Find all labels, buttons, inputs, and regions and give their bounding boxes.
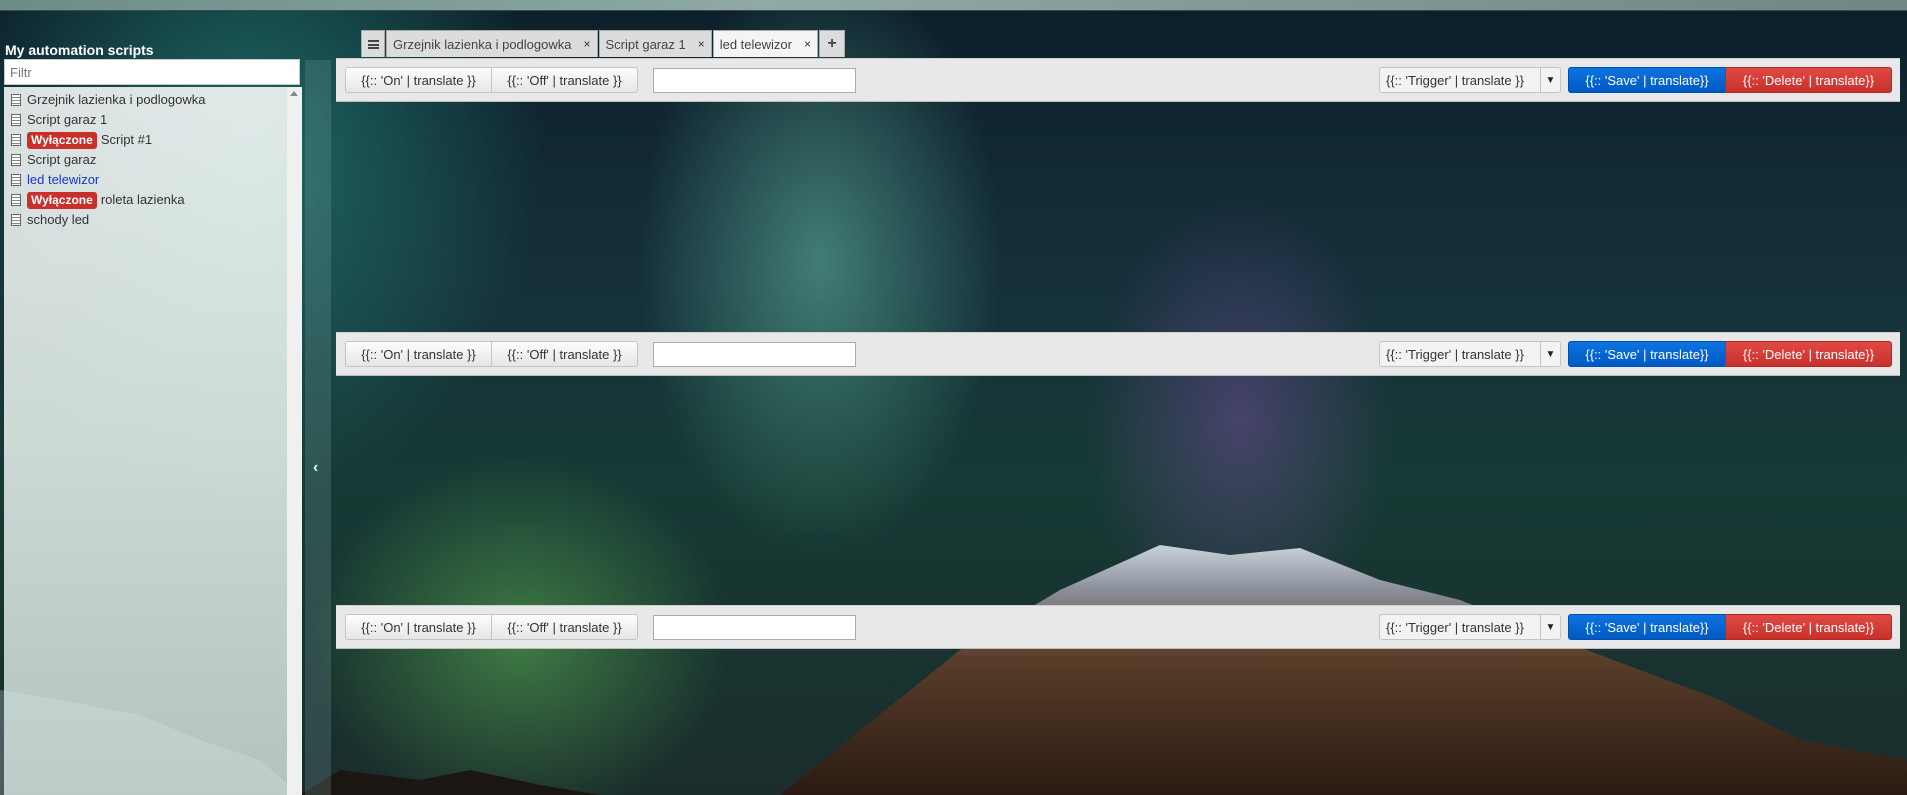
off-button[interactable]: {{:: 'Off' | translate }} xyxy=(491,614,638,640)
off-button[interactable]: {{:: 'Off' | translate }} xyxy=(491,67,638,93)
script-list-item[interactable]: schody led xyxy=(4,210,287,230)
editor-tabs: Grzejnik lazienka i podlogowka × Script … xyxy=(361,30,846,57)
browser-top-bar xyxy=(0,0,1907,11)
script-toolbar: {{:: 'On' | translate }} {{:: 'Off' | tr… xyxy=(336,332,1900,376)
script-name: roleta lazienka xyxy=(100,192,185,207)
sidebar-title: My automation scripts xyxy=(5,42,154,58)
plus-icon: + xyxy=(827,35,837,52)
list-scrollbar[interactable] xyxy=(287,87,302,795)
caret-down-icon: ▼ xyxy=(1539,68,1560,92)
on-button[interactable]: {{:: 'On' | translate }} xyxy=(345,614,492,640)
tab-led-telewizor[interactable]: led telewizor × xyxy=(712,30,818,57)
script-name-input[interactable] xyxy=(653,615,856,640)
delete-button[interactable]: {{:: 'Delete' | translate}} xyxy=(1725,341,1892,367)
script-list-item[interactable]: Script garaz 1 xyxy=(4,110,287,130)
document-icon xyxy=(11,114,21,126)
tab-label: Script garaz 1 xyxy=(605,36,686,52)
on-button[interactable]: {{:: 'On' | translate }} xyxy=(345,341,492,367)
trigger-dropdown[interactable]: {{:: 'Trigger' | translate }} ▼ xyxy=(1379,67,1561,93)
sidebar: My automation scripts Grzejnik lazienka … xyxy=(0,36,304,795)
hamburger-icon xyxy=(367,39,379,49)
caret-down-icon: ▼ xyxy=(1539,342,1560,366)
tab-label: Grzejnik lazienka i podlogowka xyxy=(393,36,572,52)
scroll-up-arrow-icon[interactable] xyxy=(290,91,298,96)
document-icon xyxy=(11,134,21,146)
on-button[interactable]: {{:: 'On' | translate }} xyxy=(345,67,492,93)
delete-button[interactable]: {{:: 'Delete' | translate}} xyxy=(1725,614,1892,640)
document-icon xyxy=(11,194,21,206)
delete-button[interactable]: {{:: 'Delete' | translate}} xyxy=(1725,67,1892,93)
script-name: Grzejnik lazienka i podlogowka xyxy=(27,92,206,107)
save-button[interactable]: {{:: 'Save' | translate}} xyxy=(1568,67,1726,93)
disabled-badge: Wyłączone xyxy=(27,192,97,209)
script-name: Script garaz xyxy=(27,152,97,167)
script-name: schody led xyxy=(27,212,90,227)
caret-down-icon: ▼ xyxy=(1539,615,1560,639)
disabled-badge: Wyłączone xyxy=(27,132,97,149)
script-list-item[interactable]: Wyłączone Script #1 xyxy=(4,130,287,150)
document-icon xyxy=(11,174,21,186)
trigger-label: {{:: 'Trigger' | translate }} xyxy=(1386,72,1524,88)
script-list-item[interactable]: Wyłączone roleta lazienka xyxy=(4,190,287,210)
tab-menu-button[interactable] xyxy=(361,30,385,57)
tab-label: led telewizor xyxy=(719,36,792,52)
trigger-label: {{:: 'Trigger' | translate }} xyxy=(1386,619,1524,635)
filter-input[interactable] xyxy=(4,59,300,85)
tab-script-garaz-1[interactable]: Script garaz 1 × xyxy=(598,30,712,57)
tab-grzejnik[interactable]: Grzejnik lazienka i podlogowka × xyxy=(386,30,598,57)
trigger-label: {{:: 'Trigger' | translate }} xyxy=(1386,346,1524,362)
trigger-dropdown[interactable]: {{:: 'Trigger' | translate }} ▼ xyxy=(1379,614,1561,640)
off-button[interactable]: {{:: 'Off' | translate }} xyxy=(491,341,638,367)
script-name-input[interactable] xyxy=(653,68,856,93)
script-name: Script #1 xyxy=(100,132,153,147)
close-icon[interactable]: × xyxy=(804,37,811,51)
document-icon xyxy=(11,154,21,166)
script-name-input[interactable] xyxy=(653,342,856,367)
save-button[interactable]: {{:: 'Save' | translate}} xyxy=(1568,614,1726,640)
script-list-item[interactable]: Script garaz xyxy=(4,150,287,170)
script-list-item[interactable]: Grzejnik lazienka i podlogowka xyxy=(4,90,287,110)
close-icon[interactable]: × xyxy=(698,37,705,51)
script-toolbar: {{:: 'On' | translate }} {{:: 'Off' | tr… xyxy=(336,605,1900,649)
document-icon xyxy=(11,214,21,226)
trigger-dropdown[interactable]: {{:: 'Trigger' | translate }} ▼ xyxy=(1379,341,1561,367)
save-button[interactable]: {{:: 'Save' | translate}} xyxy=(1568,341,1726,367)
sidebar-divider xyxy=(305,60,331,795)
document-icon xyxy=(11,94,21,106)
script-list-item-active[interactable]: led telewizor xyxy=(4,170,287,190)
script-toolbar: {{:: 'On' | translate }} {{:: 'Off' | tr… xyxy=(336,58,1900,102)
close-icon[interactable]: × xyxy=(583,37,590,51)
add-tab-button[interactable]: + xyxy=(819,30,845,57)
script-list: Grzejnik lazienka i podlogowka Script ga… xyxy=(4,87,287,795)
script-name: led telewizor xyxy=(27,172,100,187)
chevron-left-icon[interactable]: ‹ xyxy=(313,459,318,477)
script-name: Script garaz 1 xyxy=(27,112,108,127)
